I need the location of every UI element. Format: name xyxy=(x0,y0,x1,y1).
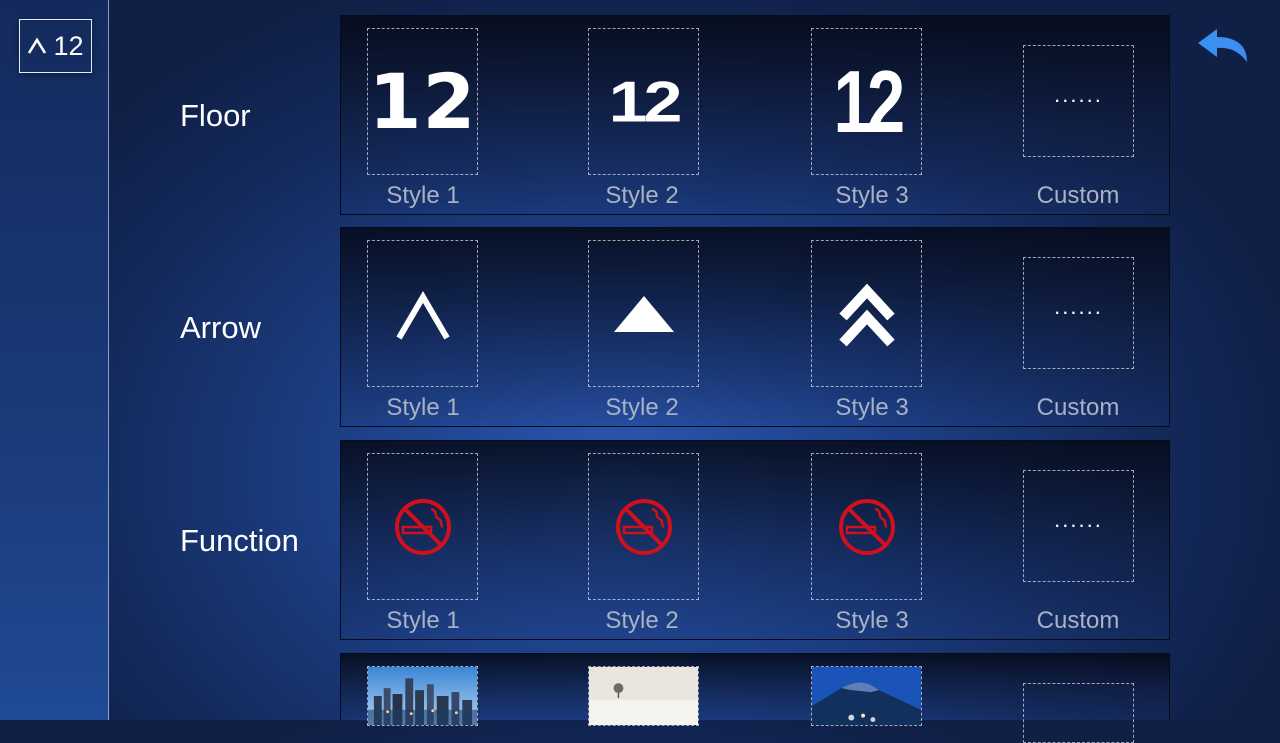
background-style-3-option[interactable] xyxy=(811,666,922,726)
arrow-style-2-caption: Style 2 xyxy=(605,394,679,421)
background-style-panel xyxy=(340,653,1170,743)
triangle-up-icon xyxy=(613,295,674,332)
background-style-1-option[interactable] xyxy=(367,666,478,726)
floor-row-label: Floor xyxy=(180,98,251,133)
left-sidebar: 12 xyxy=(0,0,109,720)
caret-up-icon xyxy=(395,290,450,340)
function-style-1-caption: Style 1 xyxy=(386,607,460,634)
arrow-custom-placeholder: ...... xyxy=(1054,294,1103,319)
function-custom-caption: Custom xyxy=(1036,607,1120,634)
floor-style-2-option[interactable]: 12 xyxy=(588,28,699,175)
arrow-style-3-caption: Style 3 xyxy=(835,394,909,421)
floor-style-2-caption: Style 2 xyxy=(605,182,679,209)
floor-custom-caption: Custom xyxy=(1036,182,1120,209)
background-style-2-option[interactable] xyxy=(588,666,699,726)
city-skyline-thumbnail xyxy=(368,667,477,725)
arrow-style-2-option[interactable] xyxy=(588,240,699,387)
arrow-custom-option[interactable]: ...... xyxy=(1023,257,1134,369)
function-style-2-caption: Style 2 xyxy=(605,607,679,634)
function-row-label: Function xyxy=(180,523,299,558)
floor-style-3-caption: Style 3 xyxy=(835,182,909,209)
back-arrow-icon xyxy=(1198,29,1247,62)
floor-style-1-option[interactable]: 12 xyxy=(367,28,478,175)
no-smoking-icon xyxy=(615,498,672,555)
double-chevron-up-icon xyxy=(838,283,895,346)
function-style-3-caption: Style 3 xyxy=(835,607,909,634)
mountain-night-thumbnail xyxy=(812,667,921,725)
background-custom-option[interactable] xyxy=(1023,683,1134,743)
function-custom-placeholder: ...... xyxy=(1054,507,1103,532)
no-smoking-icon xyxy=(838,498,895,555)
preview-floor-number: 12 xyxy=(53,30,84,61)
floor-custom-placeholder: ...... xyxy=(1054,82,1103,107)
no-smoking-icon xyxy=(394,498,451,555)
arrow-style-panel: Style 1 Style 2 Style 3 ...... Custom xyxy=(340,227,1170,427)
back-button[interactable] xyxy=(1195,26,1251,66)
function-custom-option[interactable]: ...... xyxy=(1023,470,1134,582)
function-style-1-option[interactable] xyxy=(367,453,478,600)
function-style-panel: Style 1 Style 2 Style 3 ...... Custom xyxy=(340,440,1170,640)
function-style-2-option[interactable] xyxy=(588,453,699,600)
floor-custom-option[interactable]: ...... xyxy=(1023,45,1134,157)
arrow-style-1-caption: Style 1 xyxy=(386,394,460,421)
floor-style-3-number: 12 xyxy=(832,51,905,151)
function-style-3-option[interactable] xyxy=(811,453,922,600)
arrow-custom-caption: Custom xyxy=(1036,394,1120,421)
floor-style-1-caption: Style 1 xyxy=(386,182,460,209)
arrow-row-label: Arrow xyxy=(180,310,261,345)
snowy-field-tree-thumbnail xyxy=(589,667,698,725)
floor-style-3-option[interactable]: 12 xyxy=(811,28,922,175)
floor-style-panel: 12 Style 1 12 Style 2 12 Style 3 ...... … xyxy=(340,15,1170,215)
arrow-style-3-option[interactable] xyxy=(811,240,922,387)
floor-style-2-number: 12 xyxy=(608,69,683,134)
arrow-style-1-option[interactable] xyxy=(367,240,478,387)
floor-style-1-number: 12 xyxy=(368,56,477,146)
caret-up-icon xyxy=(27,36,47,56)
display-preview: 12 xyxy=(19,19,92,73)
